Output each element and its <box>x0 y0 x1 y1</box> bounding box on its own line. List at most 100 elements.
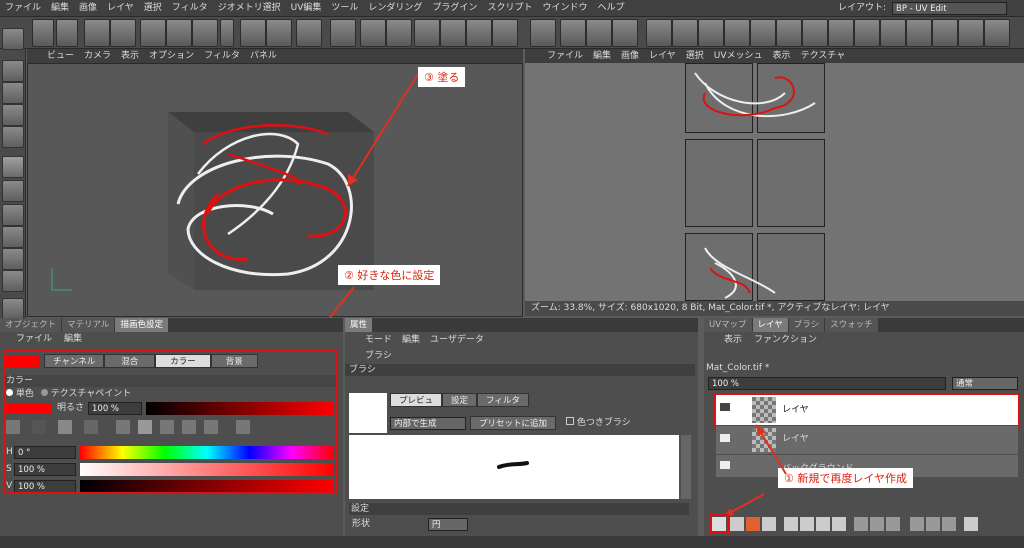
link-icon[interactable] <box>926 517 940 531</box>
layout-select[interactable]: BP - UV Edit <box>892 2 1007 15</box>
uv-tool3-icon[interactable] <box>984 19 1010 47</box>
tab-material[interactable]: マテリアル <box>62 318 115 332</box>
menu-image[interactable]: 画像 <box>74 0 102 16</box>
generate-dropdown[interactable]: 内部で生成 <box>390 417 466 430</box>
menu-edit[interactable]: 編集 <box>46 0 74 16</box>
cp-menu-edit[interactable]: 編集 <box>64 334 82 344</box>
folder-icon[interactable] <box>832 517 846 531</box>
live-select-icon[interactable] <box>84 19 110 47</box>
stamp-icon[interactable] <box>2 180 24 202</box>
menu-select[interactable]: 選択 <box>139 0 167 16</box>
uv-rotate-icon[interactable] <box>802 19 828 47</box>
gradient-icon[interactable] <box>2 226 24 248</box>
vp-menu-panel[interactable]: パネル <box>245 49 282 63</box>
layer-menu-function[interactable]: ファンクション <box>754 335 817 345</box>
paint-tool-icon[interactable] <box>296 19 322 47</box>
uv-move-icon[interactable] <box>750 19 776 47</box>
tab-layer[interactable]: レイヤ <box>752 318 788 332</box>
tab-attributes[interactable]: 属性 <box>345 318 373 332</box>
texture-view[interactable] <box>525 63 1024 301</box>
menu-script[interactable]: スクリプト <box>482 0 537 16</box>
smudge-icon[interactable] <box>2 270 24 292</box>
scale-icon[interactable] <box>166 19 192 47</box>
viewport-3d[interactable] <box>27 63 523 317</box>
tab-uvmap[interactable]: UVマップ <box>704 318 752 332</box>
tab-color-settings[interactable]: 描画色設定 <box>115 318 168 332</box>
tab-object[interactable]: オブジェクト <box>0 318 62 332</box>
uv-align-icon[interactable] <box>854 19 880 47</box>
vp-menu-options[interactable]: オプション <box>144 49 199 63</box>
tx-menu-uvmesh[interactable]: UVメッシュ <box>709 49 768 63</box>
merge-icon[interactable] <box>800 517 814 531</box>
mask-icon[interactable] <box>762 517 776 531</box>
tx-menu-layer[interactable]: レイヤ <box>644 49 681 63</box>
cp-menu-file[interactable]: ファイル <box>4 334 64 344</box>
attr-menu-mode[interactable]: モード <box>365 335 402 345</box>
brush-tool-icon[interactable] <box>2 156 24 178</box>
duplicate-icon[interactable] <box>784 517 798 531</box>
menu-file[interactable]: ファイル <box>0 0 46 16</box>
cube2-icon[interactable] <box>440 19 466 47</box>
filter-icon[interactable] <box>886 517 900 531</box>
uv-edge-icon[interactable] <box>672 19 698 47</box>
render-icon[interactable] <box>360 19 386 47</box>
vp-menu-camera[interactable]: カメラ <box>79 49 116 63</box>
uv-scale-icon[interactable] <box>776 19 802 47</box>
edit-mode-3-icon[interactable] <box>612 19 638 47</box>
menu-layer[interactable]: レイヤ <box>102 0 139 16</box>
uv-point-icon[interactable] <box>646 19 672 47</box>
menu-window[interactable]: ウインドウ <box>537 0 592 16</box>
rotate-icon[interactable] <box>192 19 218 47</box>
subtab-settings[interactable]: 設定 <box>442 393 478 407</box>
tx-menu-file[interactable]: ファイル <box>525 49 588 63</box>
fill-layer-icon[interactable] <box>746 517 760 531</box>
lasso-icon[interactable] <box>110 19 136 47</box>
opacity-field[interactable]: 100 % <box>708 377 946 390</box>
rect-select-icon[interactable] <box>2 82 24 104</box>
uv-project-icon[interactable] <box>906 19 932 47</box>
settings-icon[interactable] <box>964 517 978 531</box>
fill-icon[interactable] <box>2 248 24 270</box>
eye-icon[interactable] <box>720 461 730 469</box>
cube3-icon[interactable] <box>466 19 492 47</box>
text-tool-icon[interactable] <box>2 298 24 320</box>
tab-brush[interactable]: ブラシ <box>788 318 825 332</box>
tab-swatch[interactable]: スウォッチ <box>825 318 878 332</box>
uv-poly-icon[interactable] <box>698 19 724 47</box>
tx-menu-texture[interactable]: テクスチャ <box>796 49 851 63</box>
tx-menu-select[interactable]: 選択 <box>681 49 709 63</box>
uv-relax-icon[interactable] <box>880 19 906 47</box>
blend-mode-select[interactable]: 通常 <box>952 377 1018 390</box>
uv-tool2-icon[interactable] <box>958 19 984 47</box>
move-icon[interactable] <box>140 19 166 47</box>
menu-plugins[interactable]: プラグイン <box>427 0 482 16</box>
undo-icon[interactable] <box>32 19 54 47</box>
attr-menu-userdata[interactable]: ユーザデータ <box>430 335 484 345</box>
edit-mode-1-icon[interactable] <box>560 19 586 47</box>
brush-preview[interactable] <box>349 393 387 433</box>
menu-tools[interactable]: ツール <box>326 0 363 16</box>
tx-menu-image[interactable]: 画像 <box>616 49 644 63</box>
subtab-preview[interactable]: プレビュ <box>390 393 443 407</box>
render-region-icon[interactable] <box>386 19 412 47</box>
group-icon[interactable] <box>816 517 830 531</box>
menu-render[interactable]: レンダリング <box>363 0 427 16</box>
uv-mirror-icon[interactable] <box>828 19 854 47</box>
vp-menu-display[interactable]: 表示 <box>116 49 144 63</box>
color-brush-checkbox[interactable]: 色つきブラシ <box>566 417 631 430</box>
eraser-icon[interactable] <box>2 204 24 226</box>
new-layer-2-icon[interactable] <box>730 517 744 531</box>
paint-3d-icon[interactable] <box>266 19 292 47</box>
cube-icon[interactable] <box>414 19 440 47</box>
checker-icon[interactable] <box>2 126 24 148</box>
uv-tool-icon[interactable] <box>932 19 958 47</box>
menu-uv-edit[interactable]: UV編集 <box>286 0 327 16</box>
tx-menu-edit[interactable]: 編集 <box>588 49 616 63</box>
paint-brush-icon[interactable] <box>240 19 266 47</box>
brush-scrollbar[interactable] <box>681 435 691 499</box>
axis-icon[interactable] <box>220 19 234 47</box>
menu-help[interactable]: ヘルプ <box>592 0 629 16</box>
uv-grid-icon[interactable] <box>724 19 750 47</box>
eye-icon[interactable] <box>720 434 730 442</box>
edit-mode-2-icon[interactable] <box>586 19 612 47</box>
